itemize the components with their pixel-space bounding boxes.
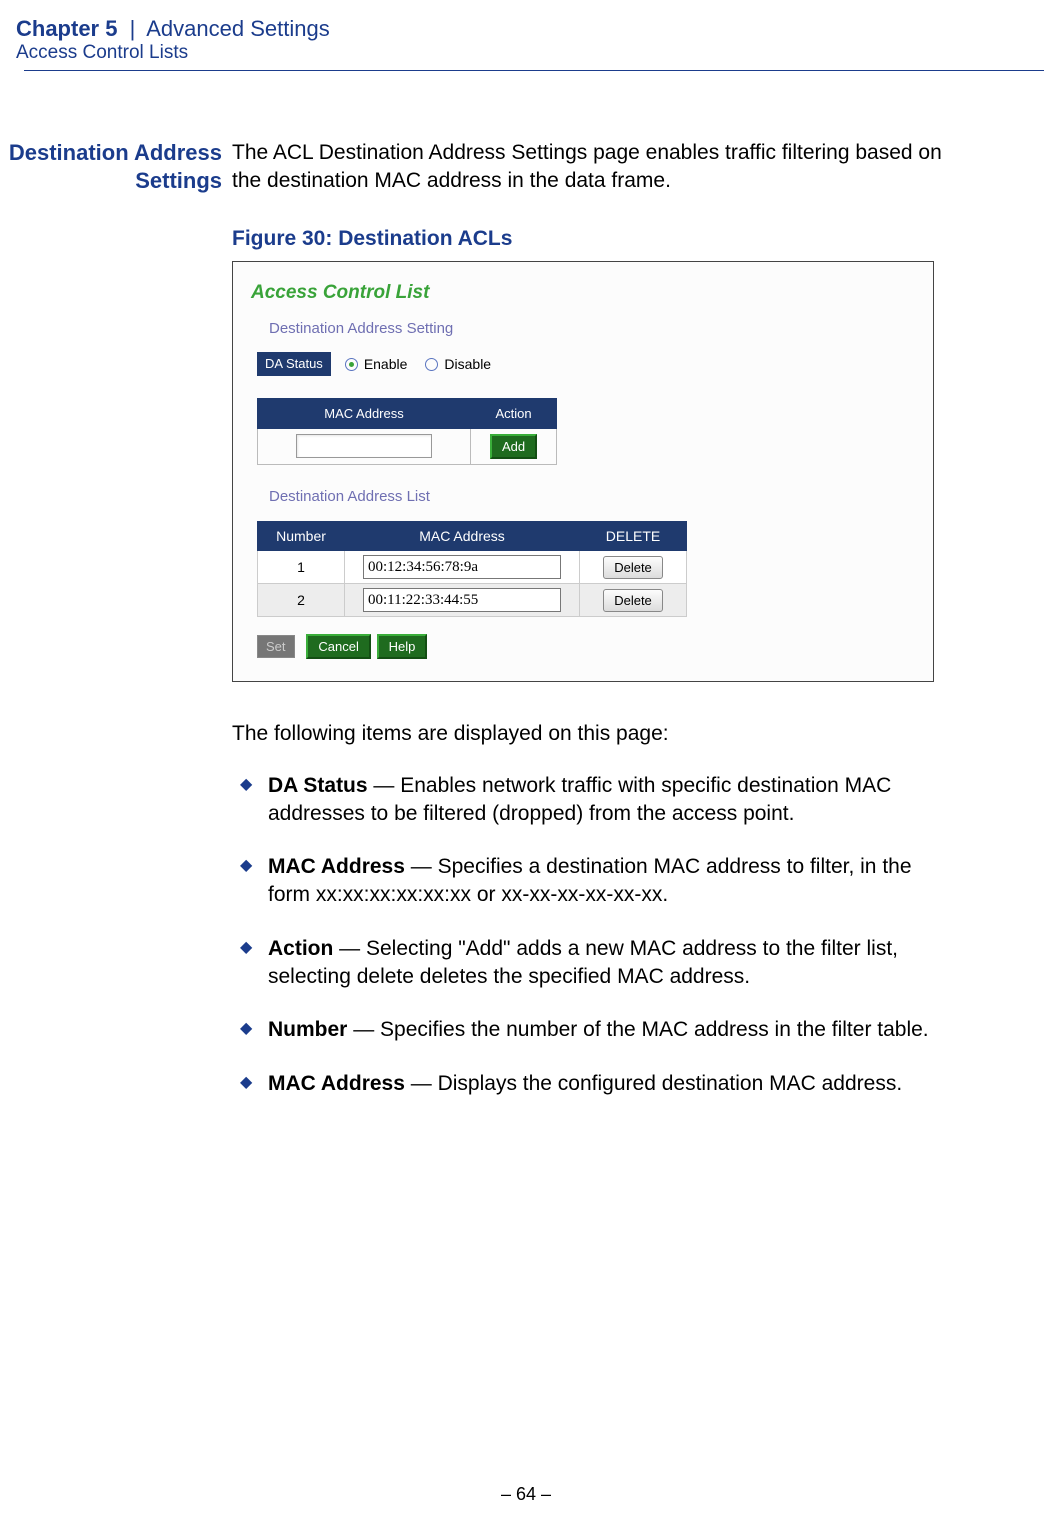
help-button[interactable]: Help	[377, 634, 428, 659]
chapter-line: Chapter 5 | Advanced Settings	[16, 16, 1052, 42]
list-item: DA Status — Enables network traffic with…	[232, 772, 942, 827]
set-button[interactable]: Set	[257, 635, 295, 658]
col-mac: MAC Address	[345, 521, 580, 550]
radio-disable-label: Disable	[444, 355, 491, 373]
list-item: MAC Address — Specifies a destination MA…	[232, 853, 942, 908]
list-item: Action — Selecting "Add" adds a new MAC …	[232, 935, 942, 990]
panel-subtitle-setting: Destination Address Setting	[269, 319, 915, 339]
margin-heading-line1: Destination Address	[9, 140, 222, 165]
panel-action-buttons: Set Cancel Help	[257, 631, 915, 659]
delete-button[interactable]: Delete	[603, 589, 663, 612]
cell-number: 1	[258, 551, 345, 584]
term: Number	[268, 1018, 347, 1041]
chapter-label: Chapter 5	[16, 16, 117, 41]
desc: — Selecting "Add" adds a new MAC address…	[268, 937, 898, 988]
desc: — Displays the configured destination MA…	[405, 1072, 902, 1095]
margin-heading: Destination Address Settings	[9, 139, 222, 194]
col-delete: DELETE	[580, 521, 687, 550]
radio-enable-label: Enable	[364, 355, 408, 373]
term: Action	[268, 937, 333, 960]
term: MAC Address	[268, 855, 405, 878]
col-number: Number	[258, 521, 345, 550]
add-button[interactable]: Add	[490, 434, 537, 459]
margin-heading-line2: Settings	[135, 168, 222, 193]
radio-dot-icon	[425, 358, 438, 371]
col-action: Action	[471, 398, 557, 428]
intro-paragraph: The ACL Destination Address Settings pag…	[232, 139, 942, 194]
page-footer: – 64 –	[0, 1484, 1052, 1505]
header-rule	[24, 70, 1044, 71]
separator: |	[124, 16, 142, 41]
term: MAC Address	[268, 1072, 405, 1095]
panel-subtitle-list: Destination Address List	[269, 487, 915, 507]
table-row: 1 Delete	[258, 551, 687, 584]
chapter-title: Advanced Settings	[146, 16, 329, 41]
list-item: MAC Address — Displays the configured de…	[232, 1070, 942, 1098]
content-column: The ACL Destination Address Settings pag…	[232, 139, 1002, 1123]
delete-button[interactable]: Delete	[603, 556, 663, 579]
da-status-row: DA Status Enable Disable	[257, 352, 915, 375]
term: DA Status	[268, 774, 368, 797]
panel-title: Access Control List	[251, 280, 915, 305]
radio-enable[interactable]: Enable	[345, 355, 408, 373]
followup-text: The following items are displayed on thi…	[232, 720, 942, 748]
list-item: Number — Specifies the number of the MAC…	[232, 1016, 942, 1044]
page-number: – 64 –	[501, 1484, 551, 1504]
mac-address-input[interactable]	[296, 434, 432, 458]
col-mac-address: MAC Address	[258, 398, 471, 428]
cell-number: 2	[258, 584, 345, 617]
radio-disable[interactable]: Disable	[425, 355, 491, 373]
destination-address-list: Number MAC Address DELETE 1 Delete 2 Del…	[257, 521, 687, 617]
mac-cell-input[interactable]	[363, 588, 561, 612]
bullet-list: DA Status — Enables network traffic with…	[232, 772, 942, 1098]
cancel-button[interactable]: Cancel	[306, 634, 370, 659]
margin-column: Destination Address Settings	[0, 139, 232, 1123]
figure-panel: Access Control List Destination Address …	[232, 261, 934, 683]
da-status-label: DA Status	[257, 352, 331, 375]
add-mac-table: MAC Address Action Add	[257, 398, 557, 465]
page-header: Chapter 5 | Advanced Settings Access Con…	[0, 0, 1052, 71]
mac-cell-input[interactable]	[363, 555, 561, 579]
desc: — Specifies the number of the MAC addres…	[347, 1018, 928, 1041]
figure-caption: Figure 30: Destination ACLs	[232, 225, 942, 253]
section-title: Access Control Lists	[16, 42, 1052, 64]
table-row: 2 Delete	[258, 584, 687, 617]
radio-dot-icon	[345, 358, 358, 371]
